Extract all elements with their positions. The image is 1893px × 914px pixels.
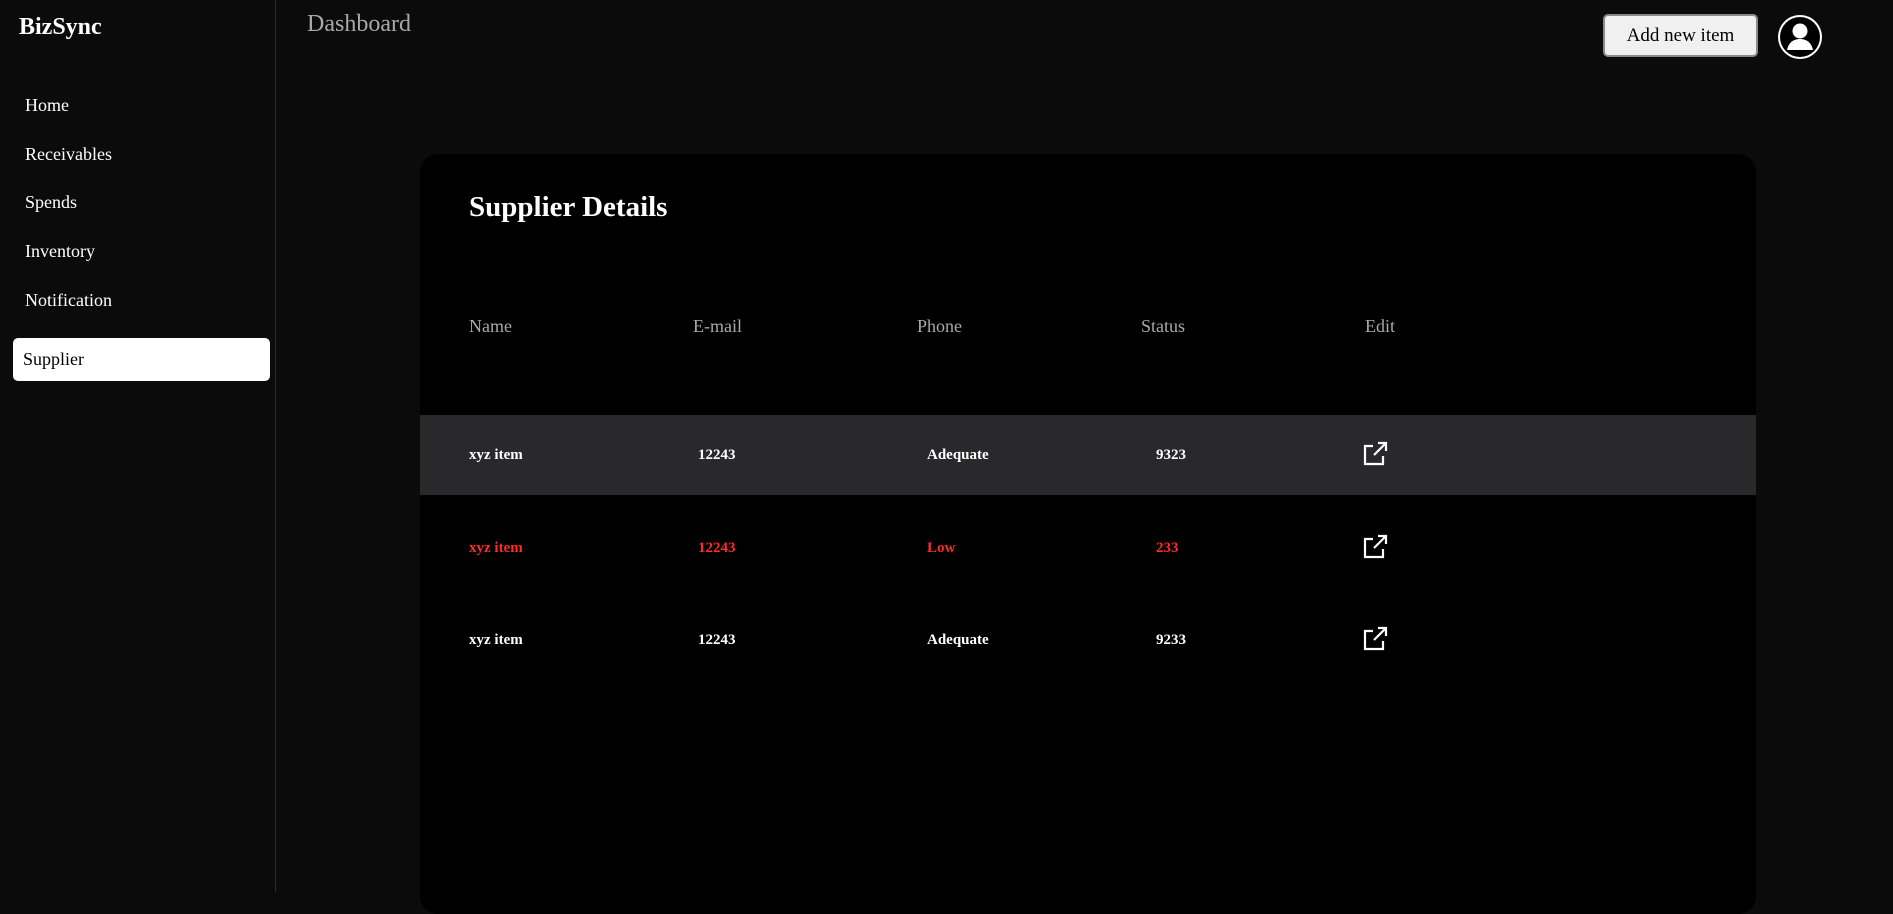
external-link-icon[interactable] <box>1362 441 1388 467</box>
column-header-edit: Edit <box>1365 316 1395 336</box>
sidebar-item-receivables[interactable]: Receivables <box>25 144 112 165</box>
column-header-email: E-mail <box>693 316 742 336</box>
sidebar-item-supplier[interactable]: Supplier <box>13 338 270 381</box>
sidebar-item-spends[interactable]: Spends <box>25 192 77 213</box>
column-header-name: Name <box>469 316 512 336</box>
table-row[interactable]: xyz item 12243 Adequate 9323 <box>420 415 1756 495</box>
cell-name: xyz item <box>469 447 523 463</box>
cell-phone: Adequate <box>927 632 989 648</box>
page-title: Dashboard <box>307 11 411 37</box>
supplier-details-card: Supplier Details Name E-mail Phone Statu… <box>420 154 1756 914</box>
sidebar-item-notification[interactable]: Notification <box>25 290 112 311</box>
user-avatar-icon[interactable] <box>1778 15 1822 59</box>
sidebar-item-home[interactable]: Home <box>25 95 69 116</box>
table-row[interactable]: xyz item 12243 Low 233 <box>420 508 1756 588</box>
cell-phone: Adequate <box>927 447 989 463</box>
brand-logo: BizSync <box>19 14 102 40</box>
column-header-phone: Phone <box>917 316 962 336</box>
cell-name: xyz item <box>469 540 523 556</box>
add-new-item-button[interactable]: Add new item <box>1603 14 1758 57</box>
external-link-icon[interactable] <box>1362 534 1388 560</box>
cell-email: 12243 <box>698 540 736 556</box>
cell-phone: Low <box>927 540 956 556</box>
cell-status: 233 <box>1156 540 1179 556</box>
column-header-status: Status <box>1141 316 1186 336</box>
cell-name: xyz item <box>469 632 523 648</box>
external-link-icon[interactable] <box>1362 626 1388 652</box>
sidebar: BizSync Home Receivables Spends Inventor… <box>0 0 276 892</box>
cell-email: 12243 <box>698 447 736 463</box>
cell-status: 9233 <box>1156 632 1186 648</box>
card-title: Supplier Details <box>469 191 668 223</box>
cell-email: 12243 <box>698 632 736 648</box>
table-row[interactable]: xyz item 12243 Adequate 9233 <box>420 600 1756 680</box>
sidebar-item-inventory[interactable]: Inventory <box>25 241 95 262</box>
cell-status: 9323 <box>1156 447 1186 463</box>
